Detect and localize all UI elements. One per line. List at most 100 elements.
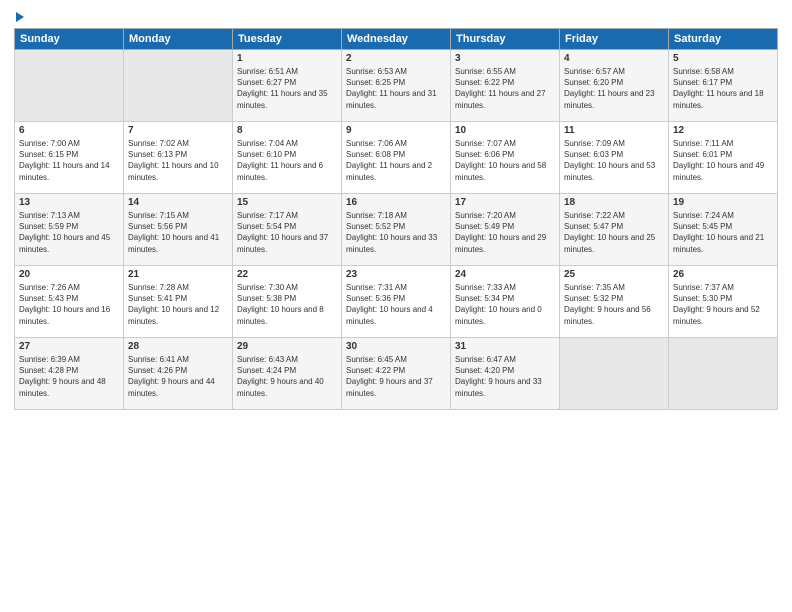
day-number: 31 — [455, 341, 555, 352]
calendar-cell — [560, 338, 669, 410]
day-number: 26 — [673, 269, 773, 280]
day-number: 24 — [455, 269, 555, 280]
day-detail: Sunrise: 7:11 AMSunset: 6:01 PMDaylight:… — [673, 138, 773, 183]
day-number: 3 — [455, 53, 555, 64]
calendar-cell: 23Sunrise: 7:31 AMSunset: 5:36 PMDayligh… — [342, 266, 451, 338]
day-detail: Sunrise: 6:51 AMSunset: 6:27 PMDaylight:… — [237, 66, 337, 111]
day-detail: Sunrise: 7:33 AMSunset: 5:34 PMDaylight:… — [455, 282, 555, 327]
calendar-cell: 2 Sunrise: 6:53 AMSunset: 6:25 PMDaylight… — [342, 50, 451, 122]
header — [14, 10, 778, 22]
calendar-cell: 20 Sunrise: 7:26 AMSunset: 5:43 PMDayligh… — [15, 266, 124, 338]
day-detail: Sunrise: 7:37 AMSunset: 5:30 PMDaylight:… — [673, 282, 773, 327]
day-number: 22 — [237, 269, 337, 280]
calendar-cell: 26 Sunrise: 7:37 AMSunset: 5:30 PMDayligh… — [669, 266, 778, 338]
day-number: 20 — [19, 269, 119, 280]
calendar-cell: 17Sunrise: 7:20 AMSunset: 5:49 PMDayligh… — [451, 194, 560, 266]
day-number: 21 — [128, 269, 228, 280]
calendar-table: SundayMondayTuesdayWednesdayThursdayFrid… — [14, 28, 778, 410]
calendar-cell: 31 Sunrise: 6:47 AMSunset: 4:20 PMDayligh… — [451, 338, 560, 410]
day-detail: Sunrise: 6:47 AMSunset: 4:20 PMDaylight:… — [455, 354, 555, 399]
logo-arrow-icon — [16, 12, 24, 22]
day-number: 9 — [346, 125, 446, 136]
calendar-cell: 4 Sunrise: 6:57 AMSunset: 6:20 PMDaylight… — [560, 50, 669, 122]
day-number: 19 — [673, 197, 773, 208]
calendar-cell: 1 Sunrise: 6:51 AMSunset: 6:27 PMDaylight… — [233, 50, 342, 122]
calendar-cell: 27 Sunrise: 6:39 AMSunset: 4:28 PMDayligh… — [15, 338, 124, 410]
day-number: 8 — [237, 125, 337, 136]
day-detail: Sunrise: 6:53 AMSunset: 6:25 PMDaylight:… — [346, 66, 446, 111]
day-detail: Sunrise: 7:06 AMSunset: 6:08 PMDaylight:… — [346, 138, 446, 183]
day-detail: Sunrise: 7:24 AMSunset: 5:45 PMDaylight:… — [673, 210, 773, 255]
calendar-cell: 28 Sunrise: 6:41 AMSunset: 4:26 PMDayligh… — [124, 338, 233, 410]
calendar-week-row: 13 Sunrise: 7:13 AMSunset: 5:59 PMDayligh… — [15, 194, 778, 266]
day-number: 5 — [673, 53, 773, 64]
calendar-cell — [124, 50, 233, 122]
calendar-cell: 18 Sunrise: 7:22 AMSunset: 5:47 PMDayligh… — [560, 194, 669, 266]
day-number: 7 — [128, 125, 228, 136]
calendar-cell: 30 Sunrise: 6:45 AMSunset: 4:22 PMDayligh… — [342, 338, 451, 410]
day-number: 11 — [564, 125, 664, 136]
calendar-cell: 11 Sunrise: 7:09 AMSunset: 6:03 PMDayligh… — [560, 122, 669, 194]
day-number: 10 — [455, 125, 555, 136]
day-header: Friday — [560, 29, 669, 50]
calendar-cell: 10 Sunrise: 7:07 AMSunset: 6:06 PMDayligh… — [451, 122, 560, 194]
calendar-cell: 13 Sunrise: 7:13 AMSunset: 5:59 PMDayligh… — [15, 194, 124, 266]
day-detail: Sunrise: 7:09 AMSunset: 6:03 PMDaylight:… — [564, 138, 664, 183]
calendar-cell: 12 Sunrise: 7:11 AMSunset: 6:01 PMDayligh… — [669, 122, 778, 194]
day-detail: Sunrise: 6:39 AMSunset: 4:28 PMDaylight:… — [19, 354, 119, 399]
day-number: 14 — [128, 197, 228, 208]
calendar-cell: 14Sunrise: 7:15 AMSunset: 5:56 PMDayligh… — [124, 194, 233, 266]
calendar-cell: 7 Sunrise: 7:02 AMSunset: 6:13 PMDaylight… — [124, 122, 233, 194]
day-detail: Sunrise: 6:57 AMSunset: 6:20 PMDaylight:… — [564, 66, 664, 111]
day-header: Sunday — [15, 29, 124, 50]
calendar-cell: 6Sunrise: 7:00 AMSunset: 6:15 PMDaylight… — [15, 122, 124, 194]
calendar-cell: 22 Sunrise: 7:30 AMSunset: 5:38 PMDayligh… — [233, 266, 342, 338]
calendar-cell: 24 Sunrise: 7:33 AMSunset: 5:34 PMDayligh… — [451, 266, 560, 338]
day-detail: Sunrise: 6:58 AMSunset: 6:17 PMDaylight:… — [673, 66, 773, 111]
day-number: 2 — [346, 53, 446, 64]
day-number: 1 — [237, 53, 337, 64]
day-number: 23 — [346, 269, 446, 280]
day-detail: Sunrise: 7:13 AMSunset: 5:59 PMDaylight:… — [19, 210, 119, 255]
day-number: 27 — [19, 341, 119, 352]
day-number: 29 — [237, 341, 337, 352]
day-detail: Sunrise: 6:55 AMSunset: 6:22 PMDaylight:… — [455, 66, 555, 111]
day-detail: Sunrise: 6:41 AMSunset: 4:26 PMDaylight:… — [128, 354, 228, 399]
calendar-cell: 3 Sunrise: 6:55 AMSunset: 6:22 PMDaylight… — [451, 50, 560, 122]
day-number: 12 — [673, 125, 773, 136]
day-number: 30 — [346, 341, 446, 352]
day-detail: Sunrise: 7:04 AMSunset: 6:10 PMDaylight:… — [237, 138, 337, 183]
day-detail: Sunrise: 7:20 AMSunset: 5:49 PMDaylight:… — [455, 210, 555, 255]
day-detail: Sunrise: 7:30 AMSunset: 5:38 PMDaylight:… — [237, 282, 337, 327]
day-number: 16 — [346, 197, 446, 208]
day-detail: Sunrise: 7:18 AMSunset: 5:52 PMDaylight:… — [346, 210, 446, 255]
day-detail: Sunrise: 7:22 AMSunset: 5:47 PMDaylight:… — [564, 210, 664, 255]
calendar-cell — [15, 50, 124, 122]
day-header: Wednesday — [342, 29, 451, 50]
day-number: 13 — [19, 197, 119, 208]
calendar-cell: 19 Sunrise: 7:24 AMSunset: 5:45 PMDayligh… — [669, 194, 778, 266]
day-detail: Sunrise: 6:45 AMSunset: 4:22 PMDaylight:… — [346, 354, 446, 399]
day-number: 18 — [564, 197, 664, 208]
calendar-week-row: 27 Sunrise: 6:39 AMSunset: 4:28 PMDayligh… — [15, 338, 778, 410]
day-detail: Sunrise: 7:35 AMSunset: 5:32 PMDaylight:… — [564, 282, 664, 327]
day-header: Tuesday — [233, 29, 342, 50]
day-detail: Sunrise: 7:00 AMSunset: 6:15 PMDaylight:… — [19, 138, 119, 183]
calendar-week-row: 20 Sunrise: 7:26 AMSunset: 5:43 PMDayligh… — [15, 266, 778, 338]
day-detail: Sunrise: 7:17 AMSunset: 5:54 PMDaylight:… — [237, 210, 337, 255]
calendar-cell — [669, 338, 778, 410]
day-header: Monday — [124, 29, 233, 50]
logo-text — [14, 10, 24, 22]
day-number: 4 — [564, 53, 664, 64]
day-number: 28 — [128, 341, 228, 352]
calendar-cell: 15Sunrise: 7:17 AMSunset: 5:54 PMDayligh… — [233, 194, 342, 266]
calendar-week-row: 1 Sunrise: 6:51 AMSunset: 6:27 PMDaylight… — [15, 50, 778, 122]
day-detail: Sunrise: 7:07 AMSunset: 6:06 PMDaylight:… — [455, 138, 555, 183]
day-detail: Sunrise: 7:02 AMSunset: 6:13 PMDaylight:… — [128, 138, 228, 183]
calendar-cell: 9 Sunrise: 7:06 AMSunset: 6:08 PMDaylight… — [342, 122, 451, 194]
calendar-cell: 21 Sunrise: 7:28 AMSunset: 5:41 PMDayligh… — [124, 266, 233, 338]
calendar-cell: 16 Sunrise: 7:18 AMSunset: 5:52 PMDayligh… — [342, 194, 451, 266]
day-detail: Sunrise: 7:26 AMSunset: 5:43 PMDaylight:… — [19, 282, 119, 327]
calendar-cell: 8 Sunrise: 7:04 AMSunset: 6:10 PMDaylight… — [233, 122, 342, 194]
day-detail: Sunrise: 7:28 AMSunset: 5:41 PMDaylight:… — [128, 282, 228, 327]
